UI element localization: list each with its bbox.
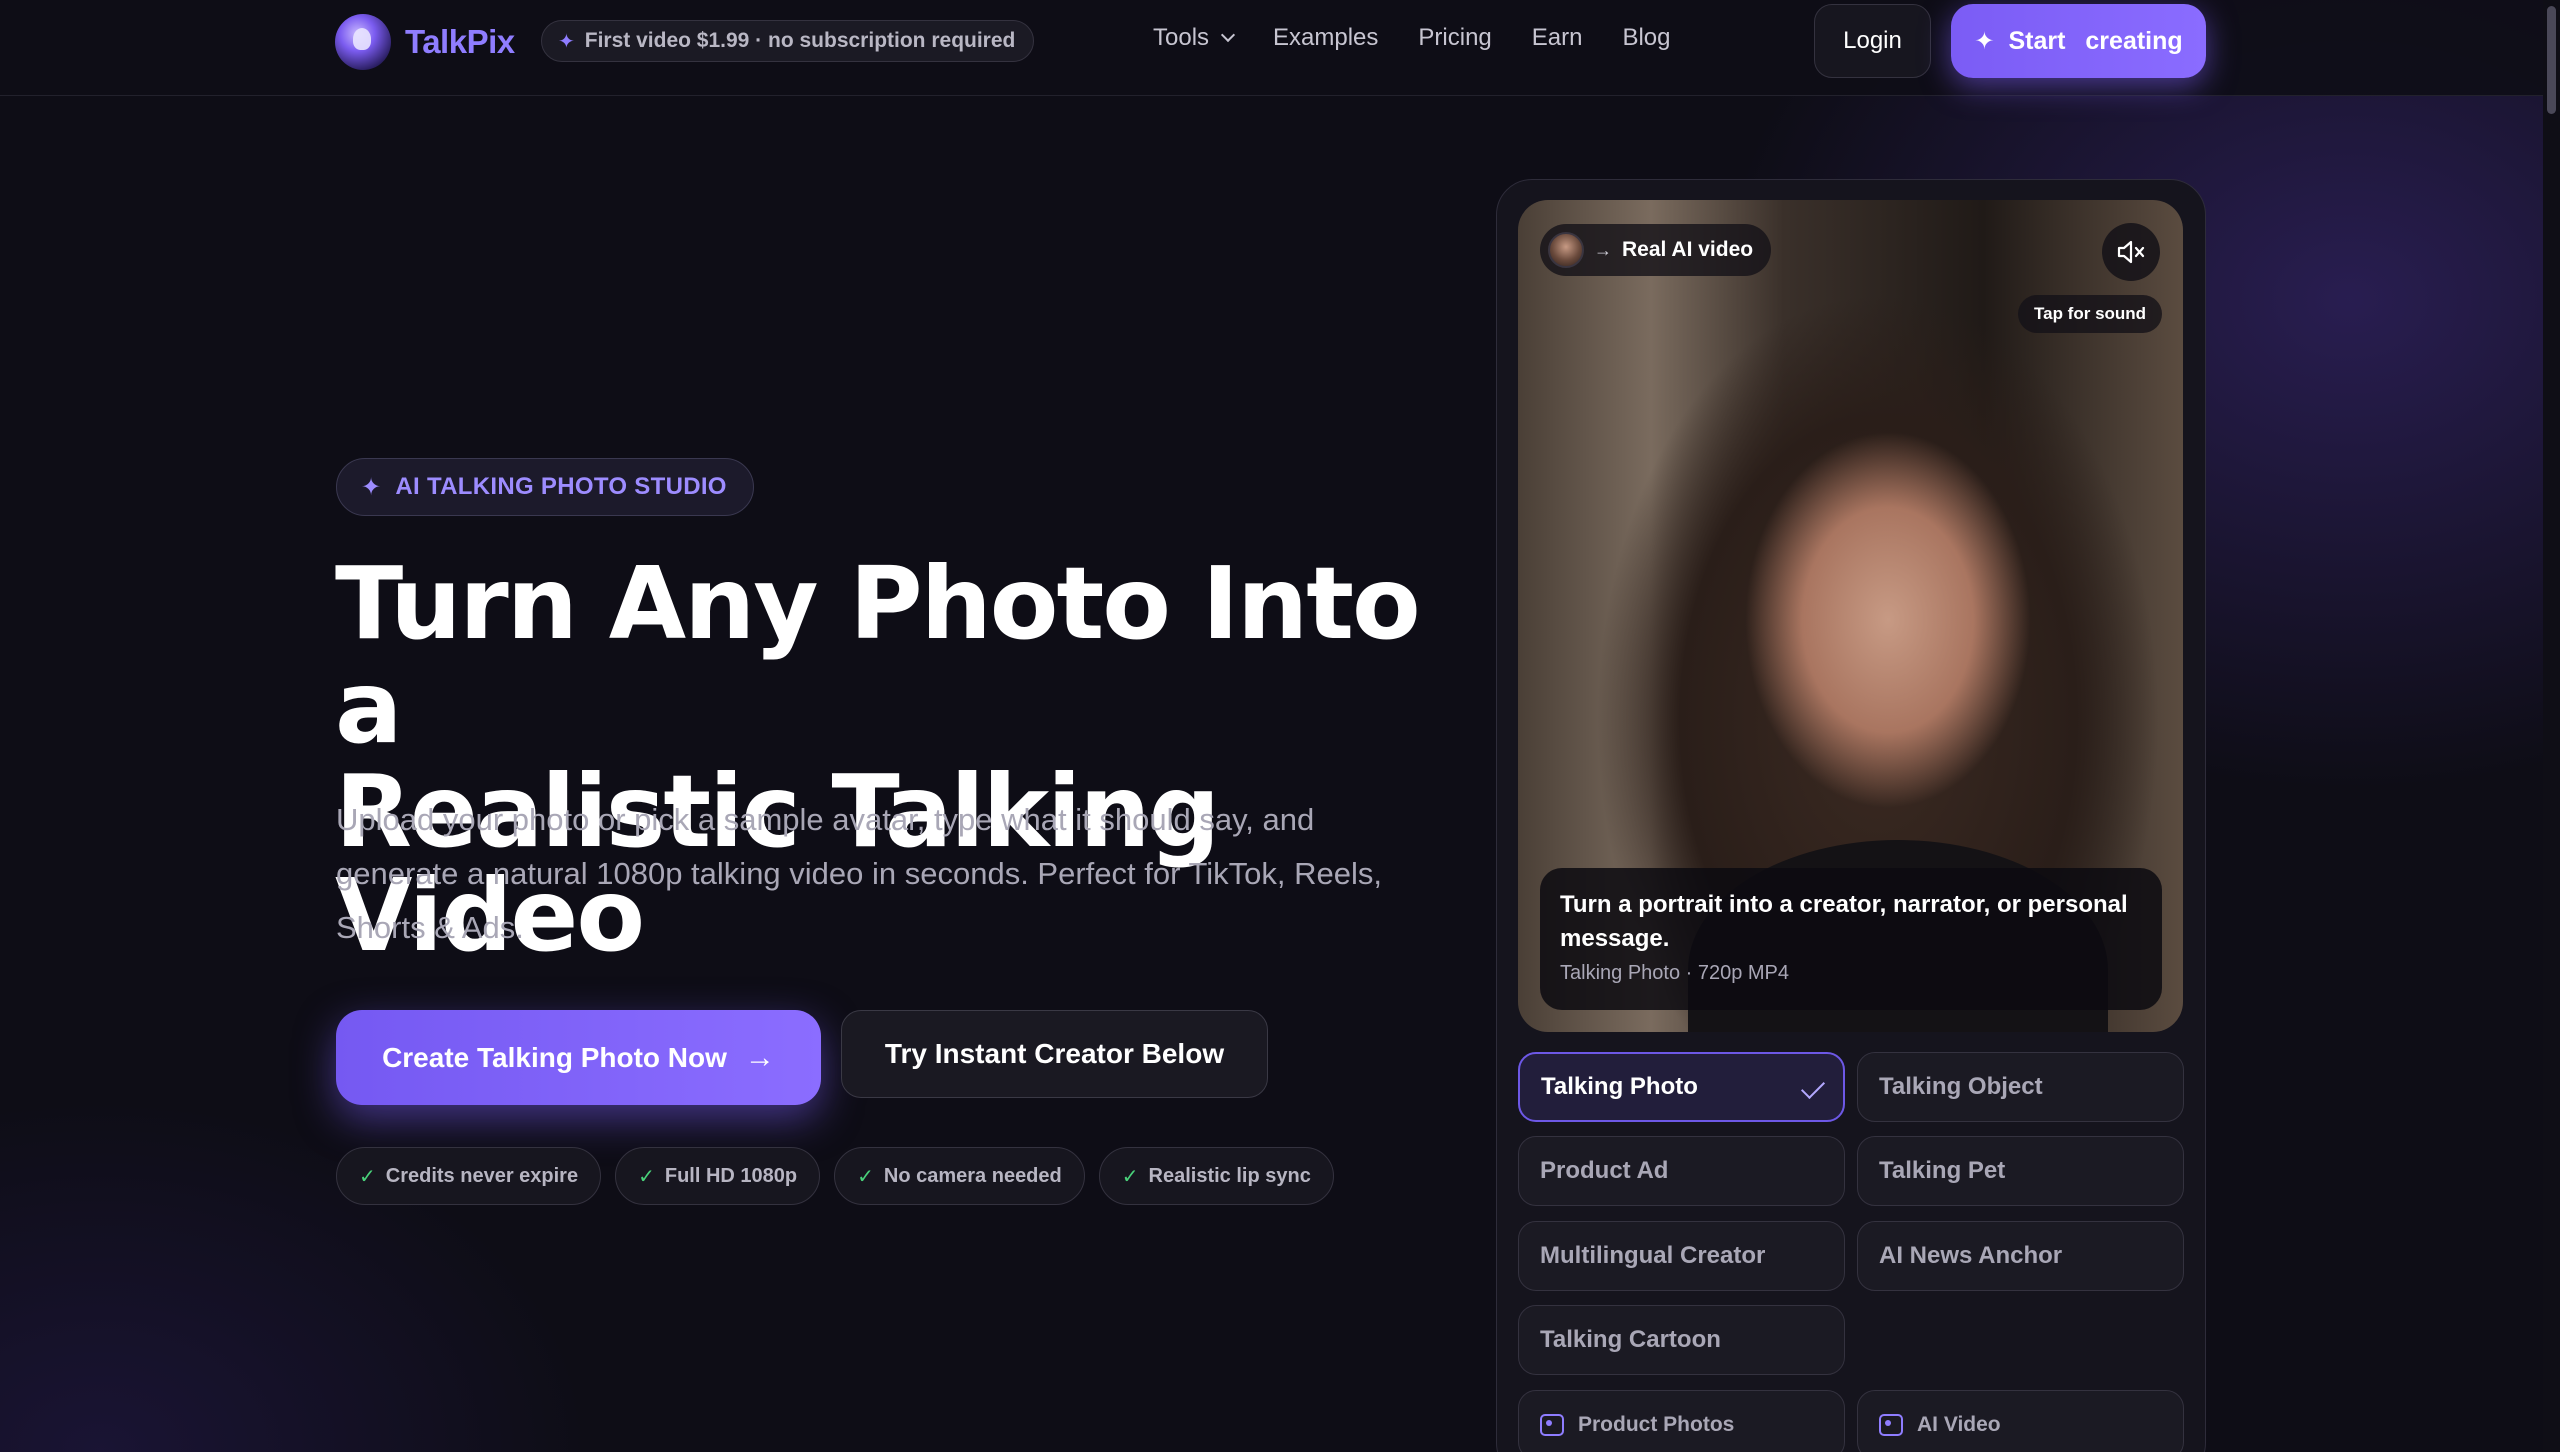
caption-title: Turn a portrait into a creator, narrator…	[1560, 891, 2128, 952]
tool-product-photos[interactable]: Product Photos	[1518, 1390, 1845, 1452]
create-talking-photo-button[interactable]: Create Talking Photo Now →	[336, 1010, 821, 1105]
nav-pricing[interactable]: Pricing	[1418, 24, 1491, 52]
option-label: AI News Anchor	[1879, 1242, 2063, 1269]
page-scrollbar[interactable]	[2543, 0, 2560, 1452]
hero-badge-text: AI TALKING PHOTO STUDIO	[395, 473, 727, 500]
option-label: Talking Photo	[1541, 1073, 1698, 1100]
headline-line-1: Turn Any Photo Into a	[335, 545, 1421, 766]
speaker-muted-icon	[2117, 240, 2145, 264]
hero-subtitle: Upload your photo or pick a sample avata…	[336, 802, 1382, 945]
option-talking-cartoon[interactable]: Talking Cartoon	[1518, 1305, 1845, 1375]
nav-links: Tools Examples Pricing Earn Blog	[1153, 24, 1671, 52]
sparkle-icon: ✦	[361, 473, 382, 501]
avatar	[1548, 232, 1584, 268]
arrow-right-icon: →	[744, 1040, 775, 1074]
option-label: Talking Pet	[1879, 1157, 2006, 1184]
feature-label: No camera needed	[883, 1164, 1062, 1187]
option-label: Talking Object	[1879, 1073, 2043, 1100]
tap-for-sound-hint: Tap for sound	[2018, 295, 2163, 333]
mute-button[interactable]	[2102, 223, 2160, 281]
option-talking-photo[interactable]: Talking Photo	[1518, 1052, 1845, 1122]
scrollbar-thumb[interactable]	[2547, 6, 2556, 114]
option-multilingual-creator[interactable]: Multilingual Creator	[1518, 1221, 1845, 1291]
tool-ai-video[interactable]: AI Video	[1857, 1390, 2184, 1452]
tool-label: AI Video	[1917, 1413, 2001, 1436]
feature-label: Realistic lip sync	[1148, 1164, 1311, 1187]
brand-logo[interactable]: TalkPix	[335, 14, 515, 70]
arrow-right-icon: →	[1594, 239, 1612, 260]
option-talking-pet[interactable]: Talking Pet	[1857, 1136, 2184, 1206]
feature-chip: ✓ Credits never expire	[336, 1147, 602, 1205]
option-talking-object[interactable]: Talking Object	[1857, 1052, 2184, 1122]
nav-tools[interactable]: Tools	[1153, 24, 1236, 52]
promo-text: First video $1.99 · no subscription requ…	[584, 29, 1016, 52]
nav-blog[interactable]: Blog	[1622, 24, 1670, 52]
nav-examples[interactable]: Examples	[1273, 24, 1378, 52]
sparkle-icon: ✦	[558, 30, 575, 53]
option-product-ad[interactable]: Product Ad	[1518, 1136, 1845, 1206]
real-ai-video-pill: → Real AI video	[1540, 224, 1772, 276]
nav-tools-label: Tools	[1153, 24, 1210, 51]
chevron-down-icon	[1220, 27, 1236, 43]
option-label: Multilingual Creator	[1540, 1242, 1766, 1269]
tool-label: Product Photos	[1578, 1413, 1735, 1436]
brand-name: TalkPix	[405, 23, 515, 60]
cta-primary-label: Create Talking Photo Now	[382, 1041, 727, 1073]
login-button[interactable]: Login	[1814, 4, 1931, 78]
check-icon	[1800, 1074, 1826, 1100]
option-ai-news-anchor[interactable]: AI News Anchor	[1857, 1221, 2184, 1291]
caption-meta: Talking Photo · 720p MP4	[1560, 962, 1790, 984]
sparkle-icon: ✦	[1974, 27, 1995, 55]
start-label-2: creating	[2085, 26, 2183, 55]
top-navbar: TalkPix ✦ First video $1.99 · no subscri…	[0, 0, 2560, 96]
nav-earn[interactable]: Earn	[1532, 24, 1583, 52]
option-label: Product Ad	[1540, 1157, 1669, 1184]
feature-chip: ✓ Realistic lip sync	[1098, 1147, 1334, 1205]
check-icon: ✓	[1121, 1165, 1139, 1188]
hero-badge: ✦ AI TALKING PHOTO STUDIO	[336, 458, 754, 516]
promo-badge: ✦ First video $1.99 · no subscription re…	[541, 20, 1035, 62]
start-creating-button[interactable]: ✦ Start creating	[1951, 4, 2206, 78]
video-caption: Turn a portrait into a creator, narrator…	[1540, 868, 2162, 1010]
start-label-1: Start	[2008, 26, 2066, 55]
feature-label: Full HD 1080p	[664, 1164, 798, 1187]
option-label: Talking Cartoon	[1540, 1326, 1721, 1353]
feature-chip: ✓ No camera needed	[834, 1147, 1085, 1205]
feature-label: Credits never expire	[385, 1164, 579, 1187]
image-icon	[1540, 1414, 1564, 1436]
try-instant-creator-button[interactable]: Try Instant Creator Below	[841, 1010, 1268, 1098]
logo-mark-icon	[335, 14, 391, 70]
real-ai-video-label: Real AI video	[1622, 238, 1754, 261]
check-icon: ✓	[638, 1165, 655, 1188]
check-icon: ✓	[857, 1165, 874, 1188]
feature-chips: ✓ Credits never expire ✓ Full HD 1080p ✓…	[336, 1147, 1334, 1205]
check-icon: ✓	[359, 1165, 376, 1188]
feature-chip: ✓ Full HD 1080p	[615, 1147, 821, 1205]
clapper-icon	[1879, 1414, 1903, 1436]
